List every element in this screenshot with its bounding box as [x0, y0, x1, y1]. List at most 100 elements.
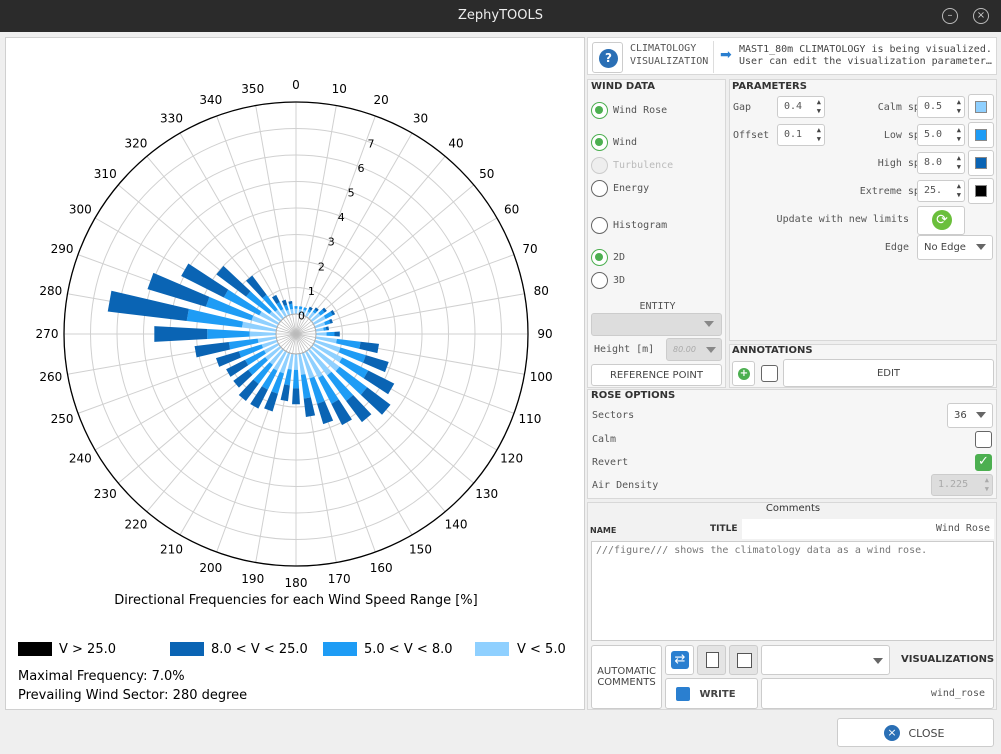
rose-bar — [289, 303, 294, 310]
rose-bar — [280, 384, 290, 402]
direction-label: 190 — [241, 572, 264, 586]
height-label: Height [m] — [594, 344, 655, 355]
radio-turbulence[interactable] — [591, 157, 608, 174]
gap-input[interactable]: 0.4 ▲ ▼ — [777, 96, 825, 118]
add-icon: + — [738, 368, 750, 380]
close-circle-icon[interactable]: × — [973, 8, 989, 24]
window-title: ZephyTOOLS — [458, 8, 543, 23]
direction-label: 30 — [413, 111, 428, 125]
radial-tick-label: 1 — [308, 285, 315, 298]
radio-histogram[interactable] — [591, 217, 608, 234]
update-limits-button[interactable]: ⟳ — [917, 206, 965, 235]
rose-bar — [317, 401, 334, 425]
edge-select[interactable]: No Edge — [917, 235, 993, 260]
help-icon: ? — [599, 49, 618, 68]
direction-label: 150 — [409, 543, 432, 557]
extreme-speed-input[interactable]: 25. ▲ ▼ — [917, 180, 965, 202]
edge-label: Edge — [884, 242, 909, 253]
edit-annotations-button[interactable]: EDIT — [783, 359, 994, 387]
direction-label: 310 — [94, 167, 117, 181]
legend-swatch-extreme — [18, 642, 52, 656]
rose-bar — [303, 397, 316, 418]
calm-label: Calm — [592, 434, 617, 445]
rose-bar — [293, 353, 299, 370]
radial-tick-label: 7 — [367, 137, 374, 150]
rose-bar — [264, 391, 278, 412]
direction-label: 40 — [448, 136, 463, 150]
radio-3d[interactable] — [591, 272, 608, 289]
minimize-icon[interactable]: – — [942, 8, 958, 24]
high-color-button[interactable] — [968, 150, 994, 176]
export-doc-button[interactable] — [697, 645, 726, 675]
offset-input[interactable]: 0.1 ▲ ▼ — [777, 124, 825, 146]
radio-wind[interactable] — [591, 134, 608, 151]
radio-energy[interactable] — [591, 180, 608, 197]
visualization-name-input[interactable]: wind_rose — [761, 678, 994, 709]
info-line-2: User can edit the visualization paramete… — [739, 56, 992, 67]
help-button[interactable]: ? — [592, 42, 623, 73]
rose-bar — [294, 306, 298, 309]
air-density-input[interactable]: 1.225 ▲ ▼ — [931, 474, 993, 496]
comments-title: Comments — [765, 503, 821, 514]
direction-label: 50 — [479, 167, 494, 181]
direction-label: 0 — [292, 78, 300, 92]
sync-button[interactable]: ⇄ — [665, 645, 694, 675]
visualizations-label: VISUALIZATIONS — [901, 654, 995, 665]
rose-options-panel: ROSE OPTIONS Sectors 36 Calm Revert ✓ Ai… — [587, 389, 997, 499]
direction-label: 70 — [522, 242, 537, 256]
gap-label: Gap — [733, 102, 752, 113]
close-button[interactable]: × CLOSE — [837, 718, 994, 747]
radio-2d[interactable] — [591, 249, 608, 266]
rose-bar — [359, 341, 380, 354]
name-label: NAME — [590, 526, 617, 535]
visualizations-select[interactable] — [761, 645, 890, 675]
calm-color-button[interactable] — [968, 94, 994, 120]
direction-label: 90 — [537, 327, 552, 341]
reference-point-button[interactable]: REFERENCE POINT — [591, 364, 722, 386]
direction-label: 350 — [241, 82, 264, 96]
comment-textarea[interactable]: ///figure/// shows the climatology data … — [591, 541, 994, 641]
legend-swatch-high — [170, 642, 204, 656]
revert-checkbox[interactable]: ✓ — [975, 454, 992, 471]
low-color-button[interactable] — [968, 122, 994, 148]
low-speed-input[interactable]: 5.0 ▲ ▼ — [917, 124, 965, 146]
annotations-panel: ANNOTATIONS + EDIT — [729, 344, 997, 388]
rose-bar — [292, 369, 300, 389]
calm-speed-input[interactable]: 0.5 ▲ ▼ — [917, 96, 965, 118]
sectors-select[interactable]: 36 — [947, 403, 993, 428]
legend-swatch-medium — [323, 642, 357, 656]
parameters-title: PARAMETERS — [732, 81, 807, 92]
extreme-color-button[interactable] — [968, 178, 994, 204]
annotations-checkbox[interactable] — [761, 365, 778, 382]
direction-label: 20 — [374, 93, 389, 107]
grid-spoke — [310, 184, 475, 322]
entity-select[interactable] — [591, 313, 722, 336]
label-energy: Energy — [613, 183, 650, 194]
rose-bar — [294, 308, 298, 315]
rose-bar — [315, 327, 324, 332]
export-image-button[interactable] — [729, 645, 758, 675]
label-3d: 3D — [613, 275, 626, 286]
direction-label: 140 — [445, 518, 468, 532]
direction-label: 330 — [160, 111, 183, 125]
rose-bar — [292, 388, 300, 405]
direction-label: 300 — [69, 203, 92, 217]
header-title-2: VISUALIZATION — [630, 56, 709, 67]
add-annotation-button[interactable]: + — [732, 361, 755, 386]
automatic-comments-button[interactable]: AUTOMATIC COMMENTS — [591, 645, 662, 709]
radial-tick-label: 4 — [338, 211, 345, 224]
radio-wind-rose[interactable] — [591, 102, 608, 119]
radial-tick-label: 0 — [298, 309, 305, 322]
label-wind: Wind — [613, 137, 638, 148]
legend-label-low: V < 5.0 — [517, 642, 566, 657]
header-panel: ? CLIMATOLOGY VISUALIZATION ➡ MAST1_80m … — [587, 37, 997, 75]
sync-icon: ⇄ — [671, 651, 689, 669]
comments-panel: Comments NAME TITLE Wind Rose ///figure/… — [587, 502, 997, 710]
annotations-title: ANNOTATIONS — [732, 345, 813, 356]
calm-checkbox[interactable] — [975, 431, 992, 448]
title-input[interactable]: Wind Rose — [742, 519, 994, 539]
direction-label: 130 — [475, 487, 498, 501]
write-button[interactable]: WRITE — [665, 678, 758, 709]
rose-bar — [363, 355, 389, 373]
high-speed-input[interactable]: 8.0 ▲ ▼ — [917, 152, 965, 174]
